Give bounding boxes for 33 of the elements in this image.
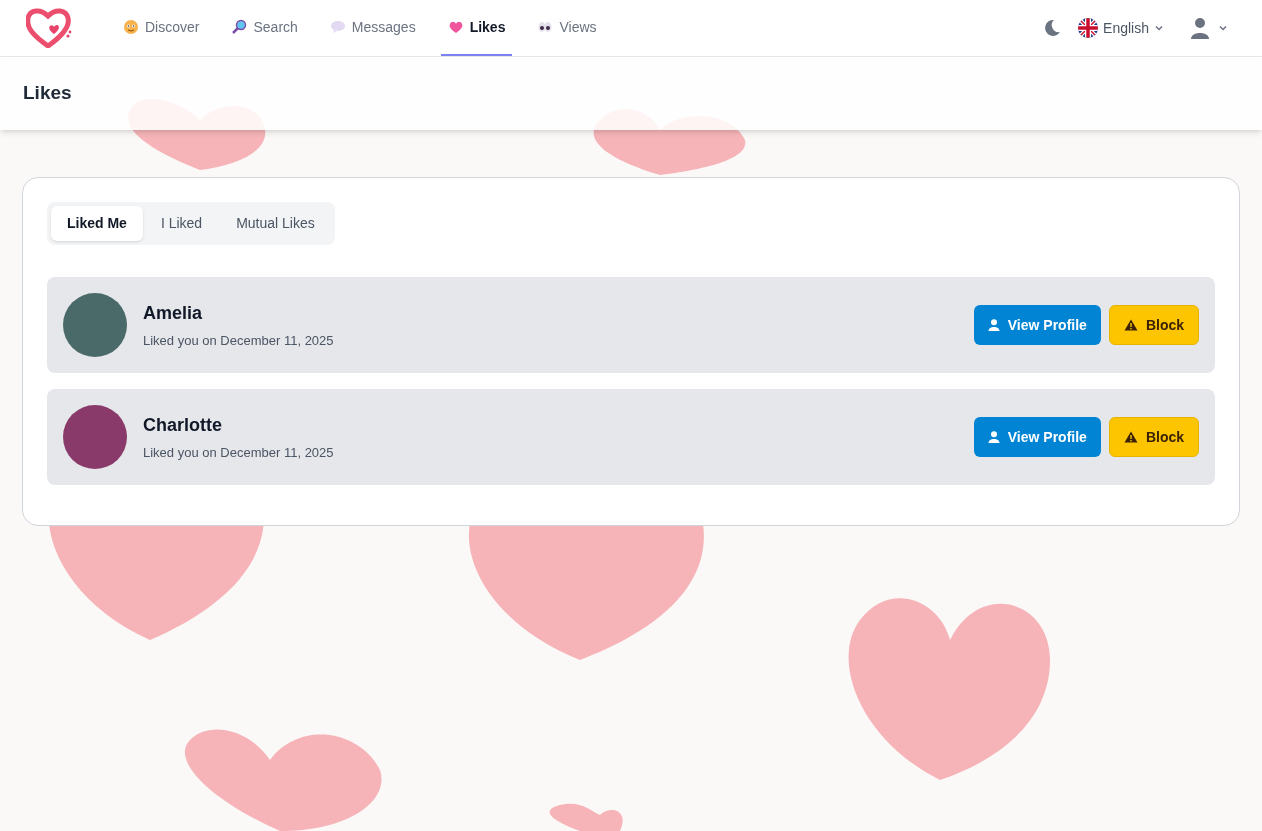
page-title: Likes: [23, 81, 72, 106]
view-profile-button[interactable]: View Profile: [973, 417, 1101, 457]
user-menu-button[interactable]: [1190, 17, 1228, 39]
chevron-down-icon: [1218, 23, 1228, 33]
tab[interactable]: I Liked: [144, 206, 219, 241]
user-icon: [987, 319, 1000, 331]
tab[interactable]: Liked Me: [51, 206, 143, 241]
user-icon: [987, 431, 1000, 443]
liked-date-text: Liked you on December 11, 2025: [143, 331, 334, 350]
warning-icon: [1123, 319, 1138, 331]
nav-link[interactable]: Search: [224, 0, 305, 56]
block-button[interactable]: Block: [1108, 305, 1199, 345]
moon-icon[interactable]: [1042, 18, 1063, 38]
nav-link[interactable]: Messages: [322, 0, 423, 56]
smiley-face-icon: [123, 19, 139, 35]
nav-link[interactable]: Views: [530, 0, 604, 56]
warning-icon: [1123, 431, 1138, 443]
liked-date-text: Liked you on December 11, 2025: [143, 443, 334, 462]
tab[interactable]: Mutual Likes: [220, 206, 331, 241]
block-button[interactable]: Block: [1108, 417, 1199, 457]
heart-icon: [447, 19, 464, 35]
eyes-icon: [537, 19, 554, 35]
uk-flag-icon: [1078, 18, 1099, 38]
view-profile-button[interactable]: View Profile: [973, 305, 1101, 345]
heart-logo-icon[interactable]: [26, 8, 72, 48]
chevron-down-icon: [1154, 23, 1164, 33]
user-icon: [1190, 17, 1210, 39]
language-dropdown[interactable]: English: [1076, 17, 1166, 39]
person-name: Charlotte: [143, 413, 223, 437]
magnifier-icon: [231, 19, 248, 35]
person-name: Amelia: [143, 301, 204, 325]
speech-bubble-icon: [329, 19, 346, 35]
nav-link[interactable]: Discover: [116, 0, 207, 56]
